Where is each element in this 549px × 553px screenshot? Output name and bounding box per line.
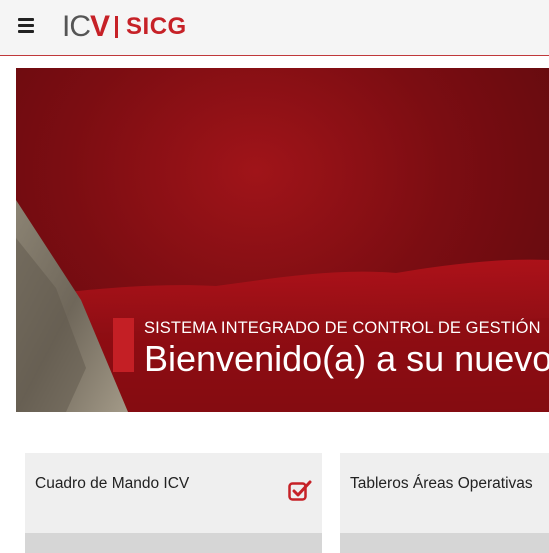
card-title: Cuadro de Mando ICV xyxy=(35,475,190,492)
hamburger-menu-icon[interactable] xyxy=(18,15,36,35)
logo-v-mark: V xyxy=(90,10,110,43)
logo-separator xyxy=(115,16,119,38)
banner-title: Bienvenido(a) a su nuevo xyxy=(144,338,549,379)
logo[interactable]: ICV SICG xyxy=(62,10,187,44)
hero-banner: SISTEMA INTEGRADO DE CONTROL DE GESTIÓN … xyxy=(16,68,549,412)
card-footer xyxy=(340,533,549,553)
checkbox-checked-icon xyxy=(288,480,312,501)
card-tableros-areas-operativas[interactable]: Tableros Áreas Operativas xyxy=(340,453,549,553)
banner-accent-bar xyxy=(113,318,134,372)
top-header: ICV SICG xyxy=(0,0,549,56)
logo-sicg-text: SICG xyxy=(126,13,187,40)
banner-subtitle: SISTEMA INTEGRADO DE CONTROL DE GESTIÓN xyxy=(144,319,541,337)
card-footer xyxy=(25,533,322,553)
card-title: Tableros Áreas Operativas xyxy=(350,475,533,492)
logo-icv-text: ICV xyxy=(62,10,110,43)
card-cuadro-de-mando[interactable]: Cuadro de Mando ICV xyxy=(25,453,322,553)
